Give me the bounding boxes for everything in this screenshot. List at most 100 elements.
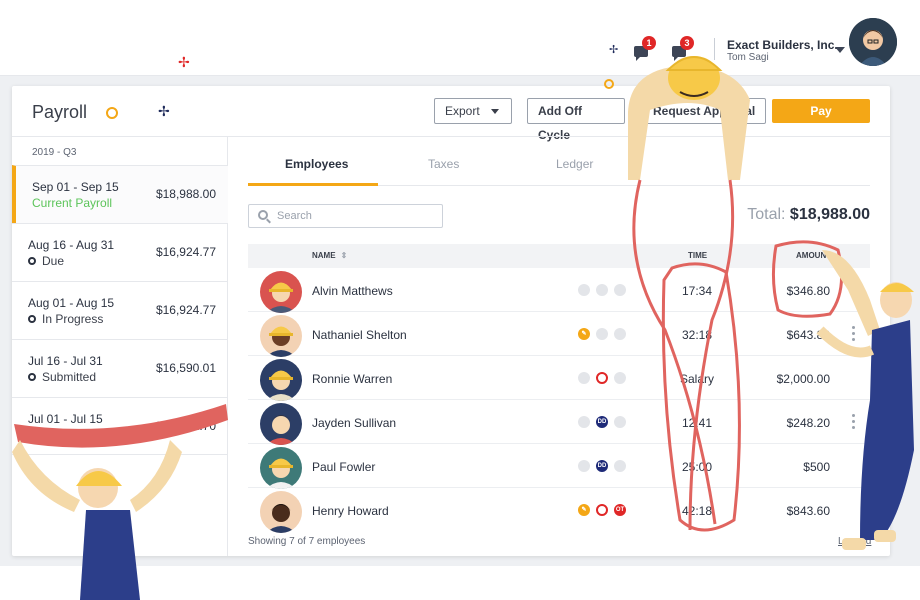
top-bar: ✢ ✢ 1 3 Exact Builders, Inc. Tom Sagi [0, 0, 920, 76]
overtime-icon [614, 416, 626, 428]
notifications-button[interactable]: 3 [672, 36, 694, 61]
employee-time: 32:18 [681, 328, 713, 342]
avatar [260, 315, 302, 357]
period-dates: Aug 01 - Aug 15 [28, 296, 115, 310]
quarter-label: 2019 - Q3 [32, 147, 77, 158]
export-label: Export [445, 104, 480, 118]
messages-button[interactable]: 1 [634, 36, 656, 61]
pay-button[interactable]: Pay [772, 99, 870, 123]
status-circle-icon [28, 372, 36, 381]
divider [714, 38, 715, 60]
employee-amount: $643.80 [786, 328, 830, 342]
table-row[interactable]: Alvin Matthews 17:34 $346.80 [248, 268, 870, 313]
status-circle-icon [28, 430, 36, 439]
table-row[interactable]: Ronnie Warren Salary $2,000.00 [248, 356, 870, 401]
pencil-icon: ✎ [578, 328, 590, 340]
period-status: Paid [28, 428, 66, 442]
period-status: Due [28, 254, 64, 268]
sparkle-icon: ✢ [609, 44, 619, 56]
employee-name: Nathaniel Shelton [312, 328, 407, 342]
tab-employees[interactable]: Employees [285, 157, 348, 171]
employee-amount: $2,000.00 [776, 372, 830, 386]
search-box [248, 204, 443, 228]
name-column-header[interactable]: NAME ⇕ [312, 251, 347, 260]
column-label: AMOUNT [796, 251, 832, 260]
status-badges: DD [578, 416, 632, 430]
status-badges [578, 284, 632, 298]
no-direct-deposit-icon [596, 372, 608, 384]
table-row[interactable]: Jayden Sullivan DD 12:41 $248.20 [248, 400, 870, 445]
direct-deposit-icon: DD [596, 416, 608, 428]
active-tab-indicator [248, 183, 378, 186]
total-label: Total: [747, 206, 786, 223]
period-status: Submitted [28, 370, 96, 384]
overtime-icon [614, 284, 626, 296]
pay-period-item[interactable]: Jul 16 - Jul 31 Submitted $16,590.01 [12, 339, 228, 397]
search-input[interactable] [277, 209, 437, 223]
status-text: In Progress [42, 312, 104, 326]
employee-amount: $500 [803, 460, 830, 474]
pencil-icon [578, 460, 590, 472]
circle-decoration-icon [106, 107, 118, 119]
user-name: Tom Sagi [727, 52, 769, 63]
chevron-down-icon [491, 109, 500, 115]
more-options-icon[interactable] [852, 414, 856, 430]
table-row[interactable]: Paul Fowler DD 25:00 $500 [248, 444, 870, 489]
avatar[interactable] [849, 18, 897, 66]
column-label: NAME [312, 251, 336, 260]
employee-name: Jayden Sullivan [312, 416, 397, 430]
payroll-card: Payroll ✢ Export Add Off Cycle Request A… [12, 86, 890, 556]
period-amount: $16,924.77 [155, 303, 216, 317]
period-status: In Progress [28, 312, 103, 326]
legend-link[interactable]: Legend [838, 536, 871, 547]
overtime-icon [614, 328, 626, 340]
period-dates: Sep 01 - Sep 15 [32, 180, 119, 194]
table-row[interactable]: Nathaniel Shelton ✎ 32:18 $643.80 [248, 312, 870, 357]
tab-taxes[interactable]: Taxes [428, 157, 459, 171]
overtime-icon: OT [614, 504, 626, 516]
avatar [260, 403, 302, 445]
employee-count: Showing 7 of 7 employees [248, 536, 366, 547]
more-options-icon[interactable] [852, 326, 856, 342]
employee-time: Salary [679, 372, 714, 386]
tab-bar: Employees Taxes Ledger [248, 137, 870, 186]
time-column-header[interactable]: TIME [688, 251, 707, 260]
company-name[interactable]: Exact Builders, Inc. [727, 38, 838, 52]
overtime-icon [614, 460, 626, 472]
export-button[interactable]: Export [434, 98, 512, 124]
total-value: $18,988.00 [789, 206, 870, 223]
chevron-down-icon[interactable] [835, 47, 845, 53]
period-dates: Aug 16 - Aug 31 [28, 238, 115, 252]
sparkle-icon: ✢ [178, 54, 190, 70]
pay-period-item[interactable]: Sep 01 - Sep 15 Current Payroll $18,988.… [12, 165, 228, 223]
pay-period-item[interactable]: Jul 01 - Jul 15 Paid $14,421.70 [12, 397, 228, 455]
add-off-cycle-button[interactable]: Add Off Cycle [527, 98, 625, 142]
request-approval-button[interactable]: Request Approval [642, 98, 766, 124]
status-circle-icon [28, 256, 36, 265]
pencil-icon [578, 416, 590, 428]
avatar [260, 359, 302, 401]
employee-time: 42:18 [681, 504, 713, 518]
payroll-total: Total: $18,988.00 [747, 206, 870, 224]
pay-period-item[interactable]: Aug 16 - Aug 31 Due $16,924.77 [12, 223, 228, 281]
status-badges [578, 372, 632, 386]
no-direct-deposit-icon [596, 504, 608, 516]
pay-period-item[interactable]: Aug 01 - Aug 15 In Progress $16,924.77 [12, 281, 228, 339]
period-dates: Jul 16 - Jul 31 [28, 354, 103, 368]
avatar [260, 447, 302, 489]
employee-name: Henry Howard [312, 504, 389, 518]
sort-icon: ⇕ [340, 251, 348, 260]
period-dates: Jul 01 - Jul 15 [28, 412, 103, 426]
pay-period-sidebar: 2019 - Q3 Sep 01 - Sep 15 Current Payrol… [12, 137, 228, 556]
avatar [260, 491, 302, 533]
period-amount: $16,590.01 [155, 361, 216, 375]
message-count-badge: 1 [642, 36, 656, 50]
tab-ledger[interactable]: Ledger [556, 157, 593, 171]
employee-amount: $346.80 [786, 284, 830, 298]
direct-deposit-icon [596, 284, 608, 296]
period-status: Current Payroll [32, 196, 113, 210]
column-label: TIME [688, 251, 708, 260]
table-row[interactable]: Henry Howard ✎ OT 42:18 $843.60 [248, 488, 870, 533]
amount-column-header[interactable]: AMOUNT [796, 251, 831, 260]
employee-amount: $248.20 [786, 416, 830, 430]
